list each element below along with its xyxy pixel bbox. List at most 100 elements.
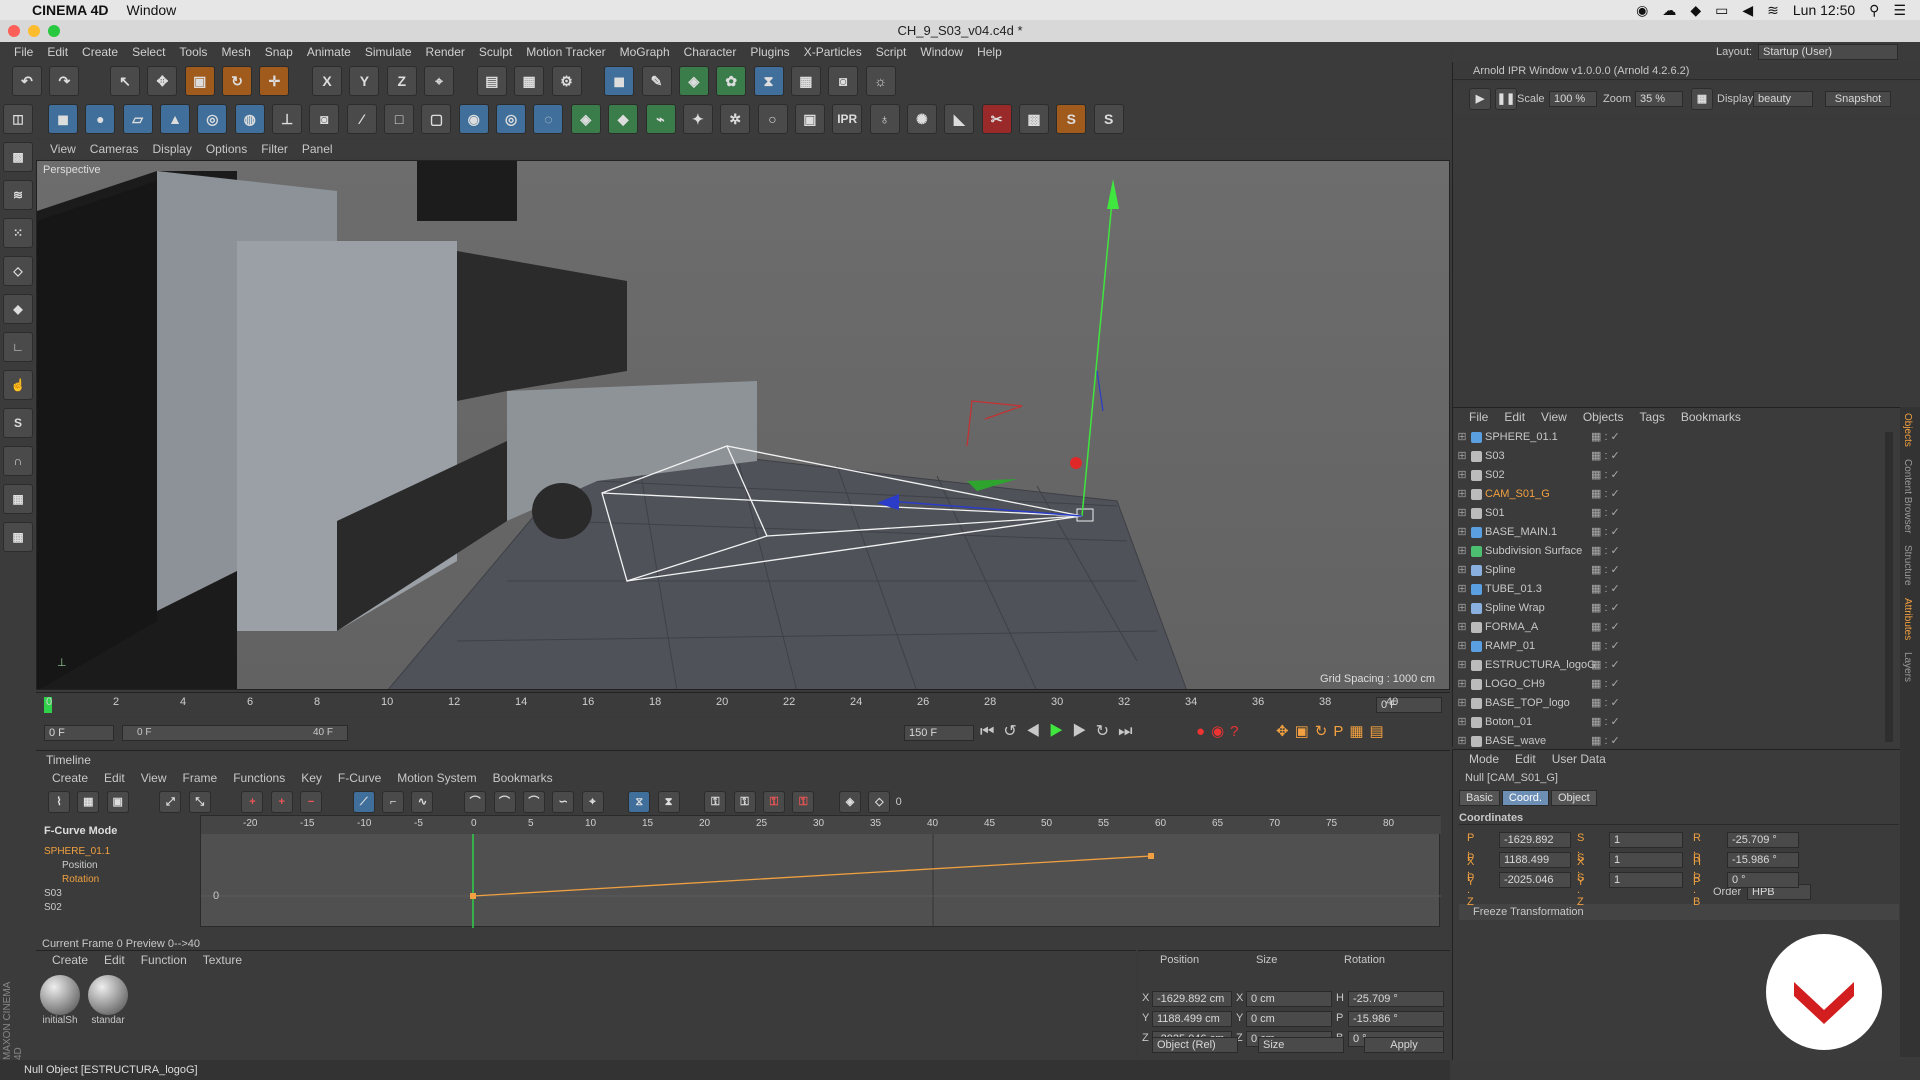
visibility-flags-icon[interactable]: ▦ : ✓	[1591, 485, 1631, 504]
sound-icon[interactable]: ◈	[838, 791, 861, 813]
attr-menu-user-data[interactable]: User Data	[1552, 752, 1606, 766]
timeline-menu-create[interactable]: Create	[52, 771, 88, 785]
particles-icon[interactable]: ✲	[720, 104, 751, 134]
cloner-icon[interactable]: ✿	[716, 66, 747, 96]
cone-icon[interactable]: ▲	[160, 104, 191, 134]
dropbox-icon[interactable]: ◆	[1690, 2, 1701, 19]
visibility-flags-icon[interactable]: ▦ : ✓	[1591, 447, 1631, 466]
camera-icon[interactable]: ◙	[309, 104, 340, 134]
timeline-menu-edit[interactable]: Edit	[104, 771, 125, 785]
x-axis-button[interactable]: X	[312, 66, 343, 96]
lock-value-icon[interactable]: ⧗	[657, 791, 680, 813]
timeline-icon[interactable]: ▤	[1370, 723, 1390, 740]
lock-time-icon[interactable]: ⧖	[628, 791, 651, 813]
menu-simulate[interactable]: Simulate	[365, 45, 412, 59]
key-lock-icon[interactable]: ⚿	[704, 791, 727, 813]
viewport-menu-filter[interactable]: Filter	[261, 142, 288, 156]
scale-icon[interactable]: ▣	[184, 66, 215, 96]
menu-script[interactable]: Script	[876, 45, 907, 59]
material-item[interactable]: standar	[86, 975, 130, 1026]
menu-create[interactable]: Create	[82, 45, 118, 59]
model-mode-icon[interactable]: ◫	[3, 104, 33, 134]
attr-pos-field[interactable]: -2025.046	[1499, 872, 1571, 888]
polygons-mode-icon[interactable]: ◆	[3, 294, 33, 324]
render-view-icon[interactable]: ▤	[476, 66, 507, 96]
object-row[interactable]: ⊞ BASE_TOP_logo ▦ : ✓	[1453, 694, 1883, 713]
menu-file[interactable]: File	[14, 45, 33, 59]
ease-in-icon[interactable]: ⌒	[464, 791, 487, 813]
visibility-flags-icon[interactable]: ▦ : ✓	[1591, 656, 1631, 675]
menu-render[interactable]: Render	[426, 45, 465, 59]
menu-mesh[interactable]: Mesh	[221, 45, 250, 59]
attr-tab-basic[interactable]: Basic	[1459, 790, 1500, 806]
cube-icon[interactable]: ◼	[604, 66, 635, 96]
material-item[interactable]: initialSh	[38, 975, 82, 1026]
menu-window[interactable]: Window	[920, 45, 963, 59]
lock-icon[interactable]: ▦	[3, 484, 33, 514]
ring-icon[interactable]: ○	[757, 104, 788, 134]
side-tab-layers[interactable]: Layers	[1900, 646, 1915, 688]
object-row[interactable]: ⊞ LOGO_CH9 ▦ : ✓	[1453, 675, 1883, 694]
object-row[interactable]: ⊞ SPHERE_01.1 ▦ : ✓	[1453, 428, 1883, 447]
preview-range-slider[interactable]: 0 F 40 F	[122, 725, 348, 741]
attr-pos-field[interactable]: 1188.499	[1499, 852, 1571, 868]
axis-icon[interactable]: ⊥	[272, 104, 303, 134]
symmetry-icon[interactable]: ◈	[570, 104, 601, 134]
bone-icon[interactable]: ✦	[682, 104, 713, 134]
edges-mode-icon[interactable]: ◇	[3, 256, 33, 286]
texture-mode-icon[interactable]: ▩	[3, 142, 33, 172]
attr-scale-field[interactable]: 1	[1609, 852, 1683, 868]
ipr-zoom-field[interactable]: 35 %	[1635, 91, 1683, 107]
object-menu-file[interactable]: File	[1469, 410, 1488, 424]
ipr-region-icon[interactable]: ▦	[1691, 88, 1713, 110]
menu-tools[interactable]: Tools	[179, 45, 207, 59]
clock[interactable]: Lun 12:50	[1793, 2, 1855, 18]
add-keys-icon[interactable]: +	[270, 791, 293, 813]
window-menu[interactable]: Window	[127, 2, 177, 18]
live-selection-icon[interactable]: ↖	[110, 66, 141, 96]
visibility-flags-icon[interactable]: ▦ : ✓	[1591, 523, 1631, 542]
coordinate-system-icon[interactable]: ⌖	[424, 66, 455, 96]
rotation-key-icon[interactable]: ↻	[1315, 723, 1334, 740]
expand-icon[interactable]: ⊞	[1457, 675, 1467, 694]
size-mode-select[interactable]: Size	[1258, 1037, 1344, 1053]
timeline-menu-functions[interactable]: Functions	[233, 771, 285, 785]
frame-selected-icon[interactable]: ⤡	[188, 791, 211, 813]
coord-mode-select[interactable]: Object (Rel)	[1152, 1037, 1238, 1053]
prev-key-icon[interactable]: ↺	[1003, 723, 1025, 740]
box-icon[interactable]: ▢	[421, 104, 452, 134]
object-menu-edit[interactable]: Edit	[1504, 410, 1525, 424]
object-row[interactable]: ⊞ FORMA_A ▦ : ✓	[1453, 618, 1883, 637]
pen-spline-icon[interactable]: ✎	[641, 66, 672, 96]
z-axis-button[interactable]: Z	[386, 66, 417, 96]
rot-field[interactable]: -15.986 °	[1348, 1011, 1444, 1027]
volume-icon[interactable]: ◀	[1742, 2, 1753, 19]
film-icon[interactable]: ▩	[1018, 104, 1049, 134]
plane-icon[interactable]: ▱	[122, 104, 153, 134]
track-row[interactable]: Rotation	[40, 873, 196, 887]
floor-icon[interactable]: ▦	[790, 66, 821, 96]
side-tab-objects[interactable]: Objects	[1900, 407, 1915, 453]
redo-icon[interactable]: ↷	[49, 66, 80, 96]
menu-sculpt[interactable]: Sculpt	[479, 45, 512, 59]
object-row[interactable]: ⊞ RAMP_01 ▦ : ✓	[1453, 637, 1883, 656]
expand-icon[interactable]: ⊞	[1457, 656, 1467, 675]
snap-icon[interactable]: S	[3, 408, 33, 438]
record-icon[interactable]: ●	[1196, 723, 1211, 740]
rot-field[interactable]: -25.709 °	[1348, 991, 1444, 1007]
menu-snap[interactable]: Snap	[265, 45, 293, 59]
object-row[interactable]: ⊞ ESTRUCTURA_logoG ▦ : ✓	[1453, 656, 1883, 675]
side-tab-content-browser[interactable]: Content Browser	[1900, 453, 1915, 539]
light-icon[interactable]: ☼	[865, 66, 896, 96]
ipr-snapshot-button[interactable]: Snapshot	[1825, 91, 1891, 107]
key-unlock-icon[interactable]: ⚿	[733, 791, 756, 813]
pos-field[interactable]: -1629.892 cm	[1152, 991, 1232, 1007]
object-menu-tags[interactable]: Tags	[1640, 410, 1665, 424]
ipr-display-select[interactable]: beauty	[1753, 91, 1813, 107]
menu-animate[interactable]: Animate	[307, 45, 351, 59]
track-row[interactable]: SPHERE_01.1	[40, 845, 196, 859]
layout-select[interactable]: Startup (User)	[1758, 44, 1898, 60]
attr-rot-field[interactable]: 0 °	[1727, 872, 1799, 888]
move-icon[interactable]: ✥	[147, 66, 178, 96]
workplane-grid-icon[interactable]: ▦	[3, 522, 33, 552]
